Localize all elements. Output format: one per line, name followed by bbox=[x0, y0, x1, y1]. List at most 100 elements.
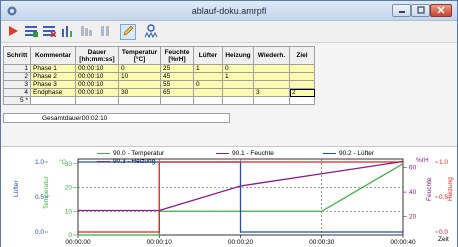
heating-tick-label: 0.5 bbox=[439, 194, 448, 201]
cell-target[interactable] bbox=[289, 72, 315, 81]
delete-rows-button[interactable] bbox=[41, 24, 57, 40]
cell-humidity[interactable] bbox=[160, 96, 194, 105]
delete-rows-icon bbox=[42, 25, 57, 39]
table-button[interactable] bbox=[78, 24, 94, 40]
cell-temperature[interactable] bbox=[118, 96, 161, 105]
row-number[interactable]: 2 bbox=[3, 72, 31, 81]
humidity-tick-label: 20 bbox=[409, 214, 417, 221]
minimize-icon bbox=[398, 6, 406, 16]
cell-repeat[interactable] bbox=[253, 64, 290, 73]
table-row[interactable]: 2 Phase 2 00:00:10 10 45 1 bbox=[3, 72, 315, 81]
cell-heating[interactable]: 0 bbox=[222, 64, 254, 73]
cell-humidity[interactable]: 55 bbox=[160, 80, 194, 89]
close-button[interactable] bbox=[430, 4, 452, 17]
fan-tick-label: 0.5 bbox=[35, 194, 44, 201]
maximize-button[interactable] bbox=[411, 4, 430, 17]
temperature-tick-label: 0 bbox=[68, 232, 72, 239]
pause-button[interactable] bbox=[97, 24, 113, 40]
cell-fan[interactable] bbox=[193, 96, 223, 105]
edit-icon bbox=[122, 25, 134, 39]
cell-target[interactable] bbox=[289, 96, 315, 105]
play-button[interactable] bbox=[5, 24, 21, 40]
cell-target[interactable]: 2 bbox=[289, 88, 315, 97]
cell-duration[interactable] bbox=[75, 96, 119, 105]
cell-repeat[interactable] bbox=[253, 96, 290, 105]
cell-humidity[interactable]: 65 bbox=[160, 88, 194, 97]
header-step[interactable]: Schritt bbox=[3, 46, 31, 65]
table-row-new[interactable]: 5 * bbox=[3, 96, 315, 105]
pause-icon bbox=[99, 25, 112, 39]
cell-repeat[interactable] bbox=[253, 80, 290, 89]
table-row[interactable]: 4 Endphase 00:00:10 30 65 3 2 bbox=[3, 88, 315, 97]
header-duration[interactable]: Dauer [hh:mm:ss] bbox=[75, 46, 119, 65]
row-number[interactable]: 4 bbox=[3, 88, 31, 97]
table-row[interactable]: 3 Phase 3 00:00:10 55 0 bbox=[3, 80, 315, 89]
humidity-tick-label: 40 bbox=[409, 189, 417, 196]
header-heating[interactable]: Heizung bbox=[222, 46, 254, 65]
maximize-icon bbox=[416, 5, 425, 16]
cell-repeat[interactable]: 3 bbox=[253, 88, 290, 97]
cell-humidity[interactable]: 25 bbox=[160, 64, 194, 73]
header-humidity[interactable]: Feuchte [%rH] bbox=[160, 46, 194, 65]
insert-rows-button[interactable] bbox=[23, 24, 39, 40]
header-temperature[interactable]: Temperatur [°C] bbox=[118, 46, 161, 65]
temperature-tick-label: 10 bbox=[65, 208, 73, 215]
cell-comment[interactable] bbox=[30, 96, 76, 105]
row-number[interactable]: 3 bbox=[3, 80, 31, 89]
cell-target[interactable] bbox=[289, 64, 315, 73]
play-icon bbox=[7, 25, 19, 39]
cell-temperature[interactable] bbox=[118, 80, 161, 89]
header-fan[interactable]: Lüfter bbox=[193, 46, 223, 65]
cell-temperature[interactable]: 0 bbox=[118, 64, 161, 73]
header-repeat[interactable]: Wiederh. bbox=[253, 46, 290, 65]
step-table: Schritt Kommentar Dauer [hh:mm:ss] Tempe… bbox=[3, 46, 315, 105]
cell-duration[interactable]: 00:00:10 bbox=[75, 72, 119, 81]
cell-fan[interactable] bbox=[193, 88, 223, 97]
users-button[interactable] bbox=[143, 24, 159, 40]
x-tick-label: 00:00:30 bbox=[309, 239, 335, 246]
fan-tick-label: 1.0 bbox=[35, 159, 44, 166]
temperature-tick-label: 20 bbox=[65, 185, 73, 192]
fan-tick-label: 0.0 bbox=[35, 229, 44, 236]
cell-fan[interactable] bbox=[193, 72, 223, 81]
cell-duration[interactable]: 00:00:10 bbox=[75, 88, 119, 97]
minimize-button[interactable] bbox=[392, 4, 411, 17]
cell-fan[interactable]: 0 bbox=[193, 80, 223, 89]
cell-comment[interactable]: Phase 2 bbox=[30, 72, 76, 81]
cell-target[interactable] bbox=[289, 80, 315, 89]
app-window: ablauf-doku.amrpfl Schritt Kommentar Dau… bbox=[0, 0, 458, 247]
cell-heating[interactable] bbox=[222, 88, 254, 97]
cell-heating[interactable] bbox=[222, 80, 254, 89]
cell-temperature[interactable]: 30 bbox=[118, 88, 161, 97]
title-bar[interactable]: ablauf-doku.amrpfl bbox=[1, 1, 457, 21]
cell-comment[interactable]: Phase 3 bbox=[30, 80, 76, 89]
cell-comment[interactable]: Endphase bbox=[30, 88, 76, 97]
chart-canvas[interactable]: 00:00:00 00:00:10 00:00:20 00:00:30 00:00:40… bbox=[1, 147, 457, 247]
cell-fan[interactable]: 1 bbox=[193, 64, 223, 73]
cell-heating[interactable] bbox=[222, 96, 254, 105]
x-tick-label: 00:00:00 bbox=[65, 239, 91, 246]
x-tick-label: 00:00:40 bbox=[390, 239, 416, 246]
chart-button[interactable] bbox=[59, 24, 75, 40]
toolbar bbox=[1, 21, 457, 43]
row-number[interactable]: 5 * bbox=[3, 96, 31, 105]
heating-tick-label: 0.0 bbox=[439, 229, 448, 236]
cell-temperature[interactable]: 10 bbox=[118, 72, 161, 81]
total-duration-row: Gesamtdauer: 00:02:10 bbox=[3, 113, 230, 123]
header-comment[interactable]: Kommentar bbox=[30, 46, 76, 65]
x-tick-label: 00:00:20 bbox=[228, 239, 254, 246]
table-row[interactable]: 1 Phase 1 00:00:10 0 25 1 0 bbox=[3, 64, 315, 73]
cell-heating[interactable]: 1 bbox=[222, 72, 254, 81]
window-title: ablauf-doku.amrpfl bbox=[191, 6, 267, 16]
total-duration-label: Gesamtdauer: bbox=[42, 115, 84, 122]
cell-comment[interactable]: Phase 1 bbox=[30, 64, 76, 73]
cell-repeat[interactable] bbox=[253, 72, 290, 81]
header-target[interactable]: Ziel bbox=[289, 46, 315, 65]
cell-duration[interactable]: 00:00:10 bbox=[75, 80, 119, 89]
cell-duration[interactable]: 00:00:10 bbox=[75, 64, 119, 73]
cell-humidity[interactable]: 45 bbox=[160, 72, 194, 81]
fan-line bbox=[78, 161, 403, 233]
chart-icon bbox=[61, 25, 74, 39]
edit-button[interactable] bbox=[120, 24, 136, 40]
row-number[interactable]: 1 bbox=[3, 64, 31, 73]
